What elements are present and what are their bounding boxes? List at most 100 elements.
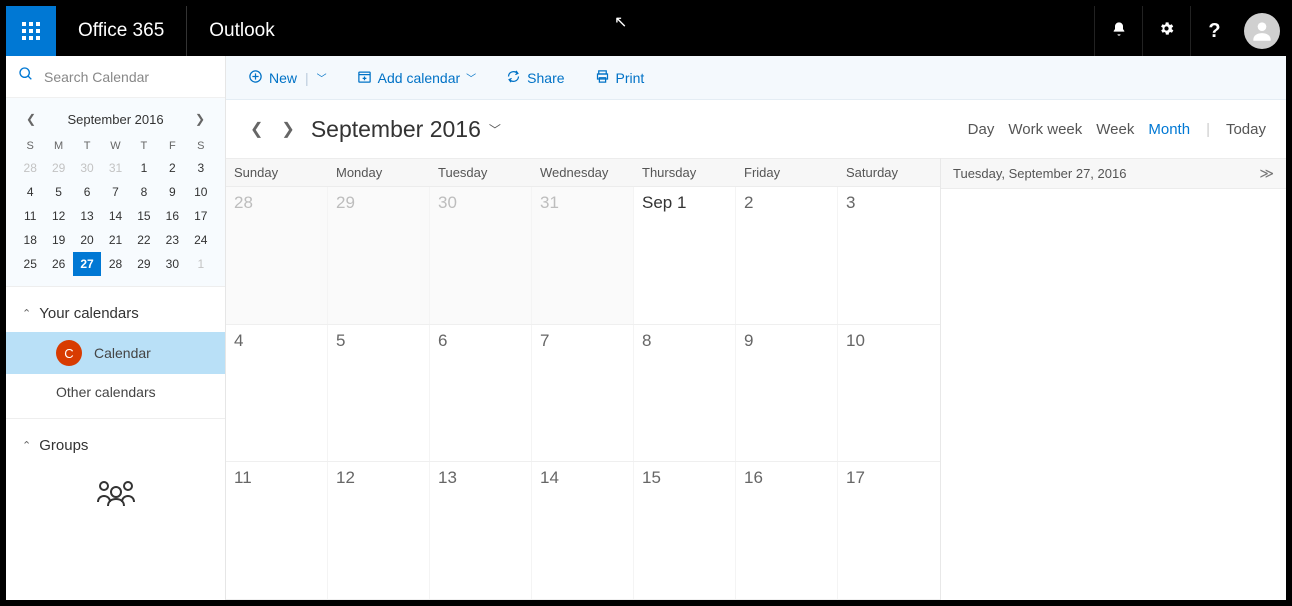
main-area: New | ﹀ Add calendar ﹀ Share — [226, 56, 1286, 600]
mini-day[interactable]: 29 — [44, 156, 72, 180]
day-cell[interactable]: 10 — [838, 325, 940, 462]
day-number: 7 — [540, 331, 549, 350]
day-number: 29 — [336, 193, 355, 212]
share-icon — [506, 69, 521, 87]
mini-day[interactable]: 26 — [44, 252, 72, 276]
mini-day[interactable]: 1 — [187, 252, 215, 276]
mini-day[interactable]: 25 — [16, 252, 44, 276]
next-month-button[interactable]: ❯ — [277, 115, 298, 143]
settings-button[interactable] — [1142, 6, 1190, 56]
prev-month-button[interactable]: ❮ — [246, 115, 267, 143]
mini-day[interactable]: 6 — [73, 180, 101, 204]
add-calendar-button[interactable]: Add calendar ﹀ — [357, 69, 477, 87]
chevron-down-icon[interactable]: ﹀ — [466, 70, 476, 85]
groups-label: Groups — [39, 437, 88, 454]
collapse-agenda-button[interactable]: ≫ — [1259, 165, 1274, 182]
mini-day[interactable]: 22 — [130, 228, 158, 252]
mini-day[interactable]: 27 — [73, 252, 101, 276]
day-cell[interactable]: 29 — [328, 187, 430, 324]
help-button[interactable]: ? — [1190, 6, 1238, 56]
mini-next-button[interactable]: ❯ — [189, 110, 211, 128]
mini-day[interactable]: 10 — [187, 180, 215, 204]
month-title[interactable]: September 2016 ﹀ — [311, 116, 501, 143]
mini-day[interactable]: 5 — [44, 180, 72, 204]
other-calendars-item[interactable]: Other calendars — [6, 374, 225, 410]
mini-day[interactable]: 1 — [130, 156, 158, 180]
mini-day[interactable]: 21 — [101, 228, 129, 252]
view-workweek[interactable]: Work week — [1008, 121, 1082, 138]
mini-day[interactable]: 17 — [187, 204, 215, 228]
mini-day[interactable]: 30 — [73, 156, 101, 180]
mini-day[interactable]: 9 — [158, 180, 186, 204]
mini-day[interactable]: 28 — [101, 252, 129, 276]
share-button[interactable]: Share — [506, 69, 564, 87]
day-cell[interactable]: 4 — [226, 325, 328, 462]
day-cell[interactable]: 31 — [532, 187, 634, 324]
mini-day[interactable]: 31 — [101, 156, 129, 180]
day-cell[interactable]: 6 — [430, 325, 532, 462]
day-cell[interactable]: 7 — [532, 325, 634, 462]
mini-day[interactable]: 18 — [16, 228, 44, 252]
day-cell[interactable]: 17 — [838, 462, 940, 599]
mini-day[interactable]: 14 — [101, 204, 129, 228]
new-button[interactable]: New | ﹀ — [248, 69, 327, 87]
mini-day[interactable]: 7 — [101, 180, 129, 204]
mini-day[interactable]: 24 — [187, 228, 215, 252]
brand-label[interactable]: Office 365 — [56, 20, 186, 42]
mini-day[interactable]: 19 — [44, 228, 72, 252]
print-button[interactable]: Print — [595, 69, 645, 87]
dow-header: Friday — [736, 159, 838, 186]
day-number: 12 — [336, 468, 355, 487]
day-cell[interactable]: 15 — [634, 462, 736, 599]
day-cell[interactable]: 5 — [328, 325, 430, 462]
day-cell[interactable]: 16 — [736, 462, 838, 599]
mini-day[interactable]: 20 — [73, 228, 101, 252]
top-bar: Office 365 Outlook ? — [6, 6, 1286, 56]
view-month[interactable]: Month — [1148, 121, 1190, 138]
view-today[interactable]: Today — [1226, 121, 1266, 138]
app-launcher-button[interactable] — [6, 6, 56, 56]
calendar-item[interactable]: C Calendar — [6, 332, 225, 374]
day-cell[interactable]: 30 — [430, 187, 532, 324]
day-cell[interactable]: 14 — [532, 462, 634, 599]
day-cell[interactable]: 11 — [226, 462, 328, 599]
your-calendars-header[interactable]: ⌃ Your calendars — [6, 295, 225, 332]
mini-day[interactable]: 15 — [130, 204, 158, 228]
mini-day[interactable]: 16 — [158, 204, 186, 228]
day-cell[interactable]: 8 — [634, 325, 736, 462]
search-input[interactable] — [44, 69, 213, 85]
day-number: 8 — [642, 331, 651, 350]
mini-day[interactable]: 23 — [158, 228, 186, 252]
mini-prev-button[interactable]: ❮ — [20, 110, 42, 128]
account-button[interactable] — [1238, 6, 1286, 56]
mini-day[interactable]: 12 — [44, 204, 72, 228]
day-cell[interactable]: 28 — [226, 187, 328, 324]
day-cell[interactable]: 3 — [838, 187, 940, 324]
mini-day[interactable]: 3 — [187, 156, 215, 180]
view-day[interactable]: Day — [968, 121, 995, 138]
day-cell[interactable]: 2 — [736, 187, 838, 324]
groups-header[interactable]: ⌃ Groups — [6, 427, 225, 464]
bell-icon — [1111, 21, 1127, 42]
app-name-label[interactable]: Outlook — [186, 6, 296, 56]
search-box[interactable] — [6, 56, 225, 98]
day-cell[interactable]: 13 — [430, 462, 532, 599]
mini-day[interactable]: 28 — [16, 156, 44, 180]
mini-day[interactable]: 13 — [73, 204, 101, 228]
groups-illustration — [6, 464, 225, 510]
mini-day[interactable]: 30 — [158, 252, 186, 276]
mini-day[interactable]: 2 — [158, 156, 186, 180]
day-cell[interactable]: 9 — [736, 325, 838, 462]
chevron-down-icon[interactable]: ﹀ — [317, 70, 327, 85]
mini-day[interactable]: 11 — [16, 204, 44, 228]
day-number: 28 — [234, 193, 253, 212]
view-week[interactable]: Week — [1096, 121, 1134, 138]
agenda-pane: Tuesday, September 27, 2016 ≫ — [941, 158, 1286, 600]
mini-day[interactable]: 4 — [16, 180, 44, 204]
day-cell[interactable]: 12 — [328, 462, 430, 599]
mini-day[interactable]: 8 — [130, 180, 158, 204]
day-cell[interactable]: Sep 1 — [634, 187, 736, 324]
mini-month-label[interactable]: September 2016 — [67, 112, 163, 127]
notifications-button[interactable] — [1094, 6, 1142, 56]
mini-day[interactable]: 29 — [130, 252, 158, 276]
